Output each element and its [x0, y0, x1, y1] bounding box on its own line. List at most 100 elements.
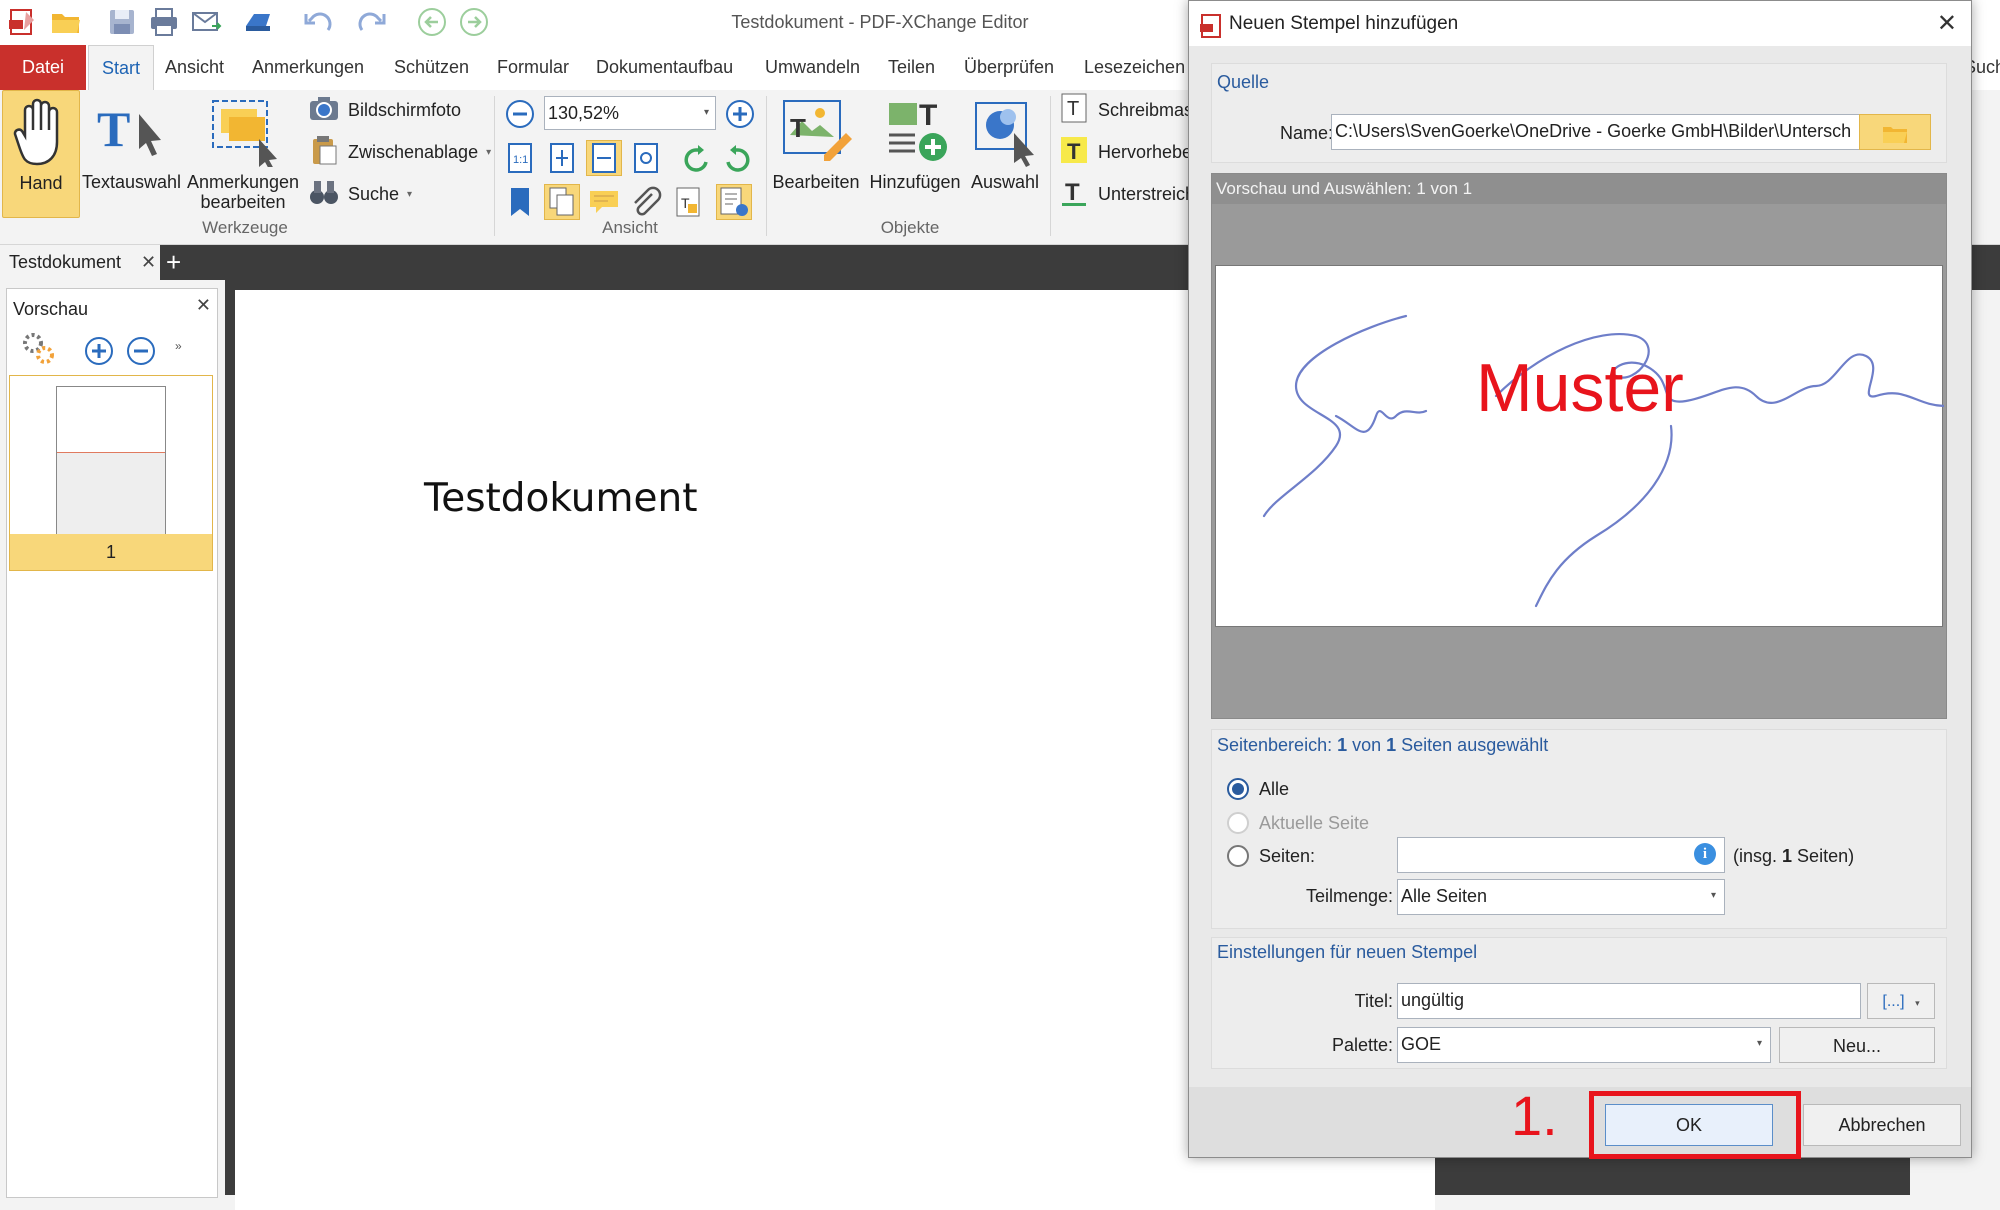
left-pane: Vorschau ✕ » 1 [0, 280, 225, 1198]
svg-text:T: T [1067, 98, 1079, 120]
thumbnail-zoom-out-icon[interactable] [125, 335, 157, 372]
group-label-werkzeuge: Werkzeuge [202, 218, 288, 237]
edit-annotations-icon [184, 90, 302, 172]
radio-pages-label: Seiten: [1259, 846, 1316, 866]
typewriter-button[interactable]: T Schreibmas [1058, 92, 1193, 128]
open-folder-icon[interactable] [48, 4, 84, 40]
tab-datei[interactable]: Datei [0, 45, 86, 90]
info-icon[interactable]: i [1694, 843, 1716, 865]
redo-icon[interactable] [354, 4, 390, 40]
underline-button[interactable]: T Unterstreich [1058, 176, 1195, 212]
comments-icon[interactable] [586, 184, 622, 220]
bookmark-icon[interactable] [502, 184, 538, 220]
nav-forward-icon[interactable] [456, 4, 492, 40]
document-properties-icon[interactable]: T [670, 184, 706, 220]
zoom-level-select[interactable]: 130,52% ▾ [544, 96, 716, 130]
select-objects-label: Auswahl [970, 172, 1040, 192]
print-icon[interactable] [146, 4, 182, 40]
edit-objects-button[interactable]: T Bearbeiten [772, 90, 860, 218]
add-objects-label: Hinzufügen [869, 172, 961, 192]
search-button[interactable]: Suche ▾ [308, 176, 412, 212]
tab-anmerkungen[interactable]: Anmerkungen [239, 45, 377, 90]
close-icon[interactable]: ✕ [196, 295, 211, 316]
subset-select[interactable]: Alle Seiten ▾ [1397, 879, 1725, 915]
document-tab[interactable]: Testdokument ✕ [0, 245, 160, 280]
macro-button[interactable]: [...] ▾ [1867, 983, 1935, 1019]
tab-dokumentaufbau[interactable]: Dokumentaufbau [583, 45, 746, 90]
more-options-icon[interactable]: » [175, 339, 182, 353]
add-objects-button[interactable]: T Hinzufügen [866, 90, 964, 218]
preview-header: Vorschau und Auswählen: 1 von 1 [1212, 174, 1946, 204]
dropdown-arrow-icon: ▾ [407, 188, 413, 200]
tab-lesezeichen[interactable]: Lesezeichen [1071, 45, 1198, 90]
browse-button[interactable] [1859, 114, 1931, 150]
new-tab-icon[interactable]: + [166, 245, 181, 280]
rotate-right-icon[interactable] [720, 140, 756, 176]
source-section-title: Quelle [1217, 72, 1270, 92]
page-range-summary: Seitenbereich: 1 von 1 Seiten ausgewählt [1217, 735, 1548, 756]
edit-objects-icon: T [772, 90, 860, 172]
close-tab-icon[interactable]: ✕ [141, 245, 156, 280]
tab-ansicht[interactable]: Ansicht [152, 45, 237, 90]
tab-formular[interactable]: Formular [484, 45, 582, 90]
zoom-out-icon[interactable] [502, 96, 538, 132]
email-icon[interactable] [188, 4, 224, 40]
tab-umwandeln[interactable]: Umwandeln [752, 45, 873, 90]
tab-teilen[interactable]: Teilen [875, 45, 948, 90]
svg-text:T: T [919, 99, 937, 132]
thumbnail-page-1[interactable]: 1 [9, 375, 213, 571]
fit-page-icon[interactable] [544, 140, 580, 176]
page-range-prefix: Seitenbereich: [1217, 735, 1338, 755]
group-separator [494, 96, 495, 236]
highlight-button[interactable]: T Hervorhebe [1058, 134, 1192, 170]
tab-start[interactable]: Start [88, 45, 155, 90]
actual-size-icon[interactable]: 1:1 [502, 140, 538, 176]
stamp-preview[interactable]: Muster [1215, 265, 1948, 627]
edit-annotations-button[interactable]: Anmerkungen bearbeiten [184, 90, 302, 218]
nav-back-icon[interactable] [414, 4, 450, 40]
zoom-in-icon[interactable] [722, 96, 758, 132]
thumbnail-page-number: 1 [10, 534, 212, 570]
dialog-close-icon[interactable]: ✕ [1937, 1, 1957, 46]
fit-visible-icon[interactable] [628, 140, 664, 176]
pages-input[interactable] [1397, 837, 1725, 873]
save-icon[interactable] [104, 4, 140, 40]
settings-page-icon[interactable] [716, 184, 752, 220]
fit-width-icon[interactable] [586, 140, 622, 176]
radio-dot [1232, 783, 1244, 795]
stamp-settings-title: Einstellungen für neuen Stempel [1217, 942, 1478, 962]
radio-current-page[interactable] [1227, 812, 1249, 834]
select-objects-button[interactable]: Auswahl [966, 90, 1044, 218]
screenshot-button[interactable]: Bildschirmfoto [308, 92, 461, 128]
svg-text:T: T [97, 101, 130, 157]
document-text: Testdokument [424, 476, 698, 521]
name-field[interactable]: C:\Users\SvenGoerke\OneDrive - Goerke Gm… [1331, 114, 1871, 150]
rotate-left-icon[interactable] [678, 140, 714, 176]
tab-ueberpruefen[interactable]: Überprüfen [951, 45, 1067, 90]
gear-icon[interactable] [21, 331, 55, 365]
page-range-total: 1 [1386, 735, 1397, 755]
hand-tool-button[interactable]: Hand [2, 90, 80, 218]
app-logo-icon [4, 4, 40, 40]
thumbnail-zoom-in-icon[interactable] [83, 335, 115, 372]
add-objects-icon: T [866, 90, 964, 172]
text-select-button[interactable]: T Textauswahl [82, 90, 181, 218]
undo-icon[interactable] [300, 4, 336, 40]
palette-select[interactable]: GOE ▾ [1397, 1027, 1771, 1063]
step-annotation: 1. [1511, 1084, 1558, 1147]
attachment-icon[interactable] [628, 184, 664, 220]
new-palette-button[interactable]: Neu... [1779, 1027, 1935, 1063]
page-range-suffix: Seiten ausgewählt [1396, 735, 1549, 755]
clipboard-button[interactable]: Zwischenablage ▾ [308, 134, 491, 170]
pages-icon[interactable] [544, 184, 580, 220]
stamp-title-field[interactable]: ungültig [1397, 983, 1861, 1019]
tab-schuetzen[interactable]: Schützen [381, 45, 482, 90]
clipboard-icon [308, 134, 340, 171]
dropdown-arrow-icon: ▾ [486, 146, 492, 158]
cancel-button[interactable]: Abbrechen [1803, 1104, 1961, 1146]
svg-text:T: T [1065, 179, 1080, 206]
scan-icon[interactable] [240, 4, 276, 40]
ok-button[interactable]: OK [1605, 1104, 1773, 1146]
radio-all[interactable] [1227, 778, 1249, 800]
radio-pages[interactable] [1227, 845, 1249, 867]
